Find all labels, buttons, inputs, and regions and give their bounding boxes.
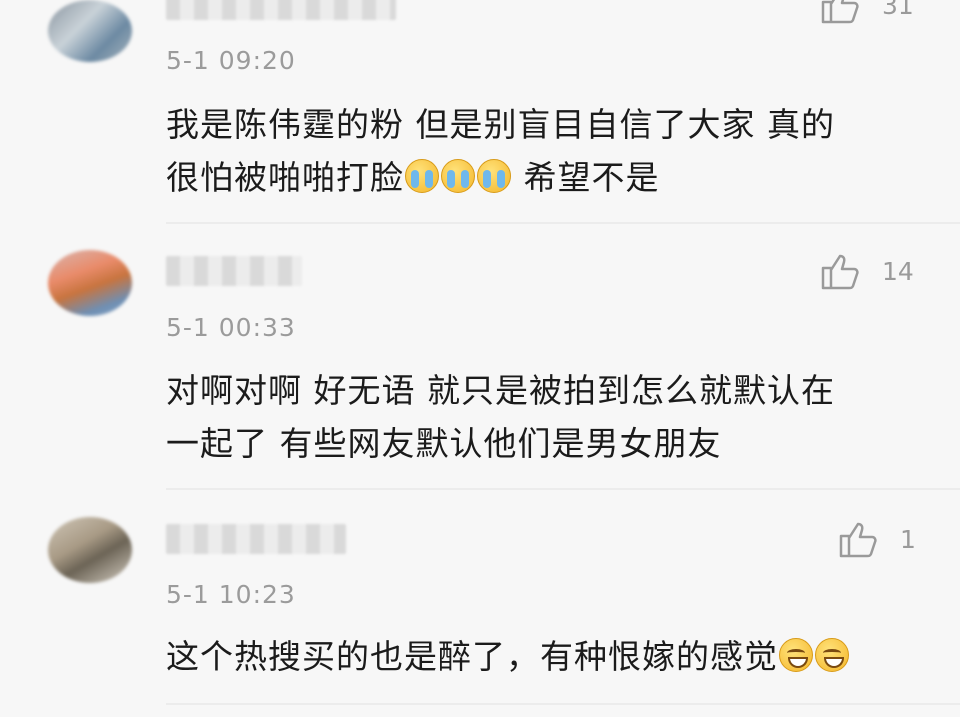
- comment-text: 对啊对啊 好无语 就只是被拍到怎么就默认在 一起了 有些网友默认他们是男女朋友: [166, 364, 906, 470]
- avatar[interactable]: [48, 517, 132, 583]
- username-blurred[interactable]: [166, 524, 346, 554]
- comment-time: 5-1 00:33: [166, 313, 296, 342]
- avatar[interactable]: [48, 250, 132, 316]
- comment-text-segment: 很怕被啪啪打脸: [166, 158, 404, 197]
- divider: [166, 222, 960, 224]
- comment-text-segment: 这个热搜买的也是醉了，有种恨嫁的感觉: [166, 637, 778, 676]
- grinning-emoji-icon: [815, 638, 849, 672]
- comment-text-line: 一起了 有些网友默认他们是男女朋友: [166, 424, 722, 463]
- like-count: 1: [900, 524, 916, 554]
- divider: [166, 703, 960, 705]
- like-count: 31: [882, 0, 914, 20]
- comment-text-segment: 希望不是: [512, 158, 660, 197]
- comment-time: 5-1 10:23: [166, 580, 296, 609]
- username-blurred[interactable]: [166, 256, 302, 286]
- like-button[interactable]: 14: [820, 252, 914, 290]
- crying-emoji-icon: [477, 159, 511, 193]
- like-button[interactable]: 31: [820, 0, 914, 24]
- comment-text: 我是陈伟霆的粉 但是别盲目自信了大家 真的 很怕被啪啪打脸 希望不是: [166, 98, 906, 204]
- username-blurred[interactable]: [166, 0, 396, 20]
- comment-text-line: 这个热搜买的也是醉了，有种恨嫁的感觉: [166, 630, 946, 683]
- crying-emoji-icon: [441, 159, 475, 193]
- comment-text-line: 我是陈伟霆的粉 但是别盲目自信了大家 真的: [166, 105, 835, 144]
- crying-emoji-icon: [405, 159, 439, 193]
- comment-text-line: 很怕被啪啪打脸 希望不是: [166, 151, 906, 204]
- comment-text: 这个热搜买的也是醉了，有种恨嫁的感觉: [166, 630, 946, 683]
- comment-text-line: 对啊对啊 好无语 就只是被拍到怎么就默认在: [166, 371, 835, 410]
- thumbs-up-icon: [821, 254, 859, 290]
- avatar[interactable]: [48, 0, 132, 62]
- comment-time: 5-1 09:20: [166, 46, 296, 75]
- divider: [166, 488, 960, 490]
- thumbs-up-icon: [821, 0, 859, 24]
- like-button[interactable]: 1: [838, 520, 916, 558]
- grinning-emoji-icon: [779, 638, 813, 672]
- like-count: 14: [882, 256, 914, 286]
- thumbs-up-icon: [839, 522, 877, 558]
